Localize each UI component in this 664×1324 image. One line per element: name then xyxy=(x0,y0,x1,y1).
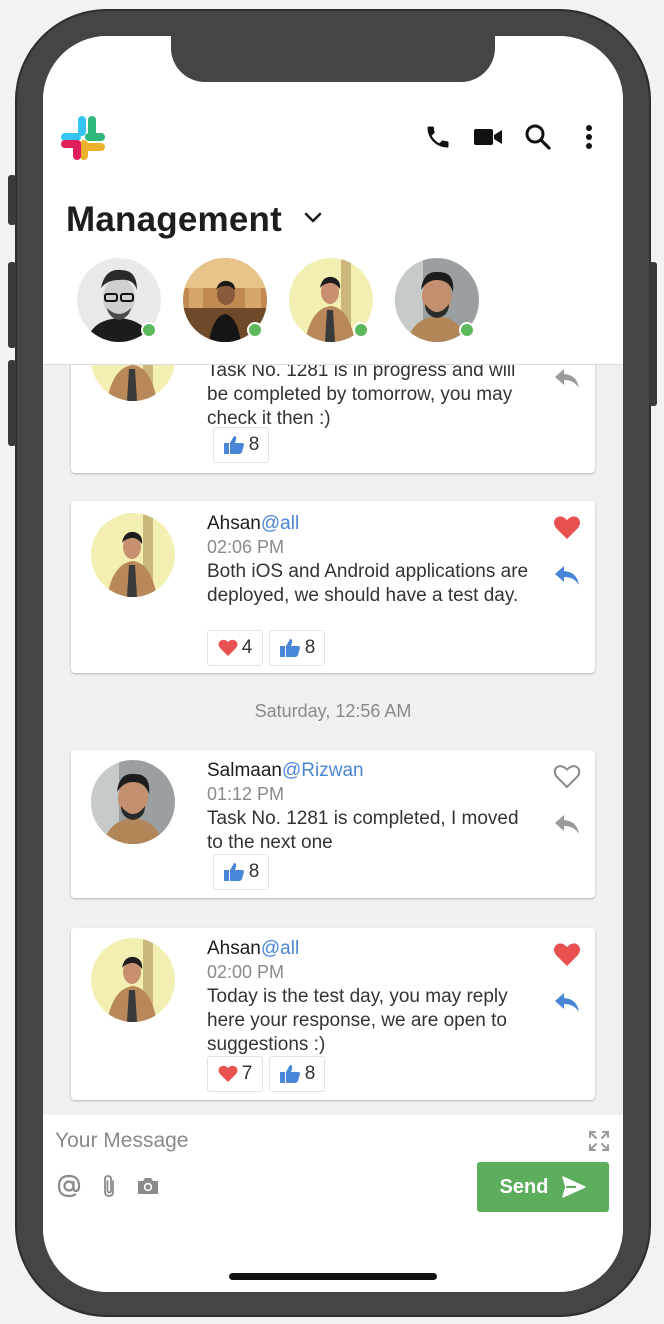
phone-icon[interactable] xyxy=(423,122,453,152)
author-avatar[interactable] xyxy=(91,513,175,597)
heart-count: 7 xyxy=(241,1063,253,1084)
message-input[interactable] xyxy=(55,1126,555,1156)
power-button xyxy=(649,262,657,406)
member-avatar[interactable] xyxy=(289,258,373,342)
home-indicator xyxy=(229,1273,437,1280)
author-name[interactable]: Ahsan xyxy=(207,513,261,534)
message-author: Salmaan@Rizwan xyxy=(207,760,364,782)
send-label: Send xyxy=(499,1175,549,1198)
member-avatar[interactable] xyxy=(183,258,267,342)
author-avatar[interactable] xyxy=(91,760,175,844)
message-card: Ahsan@all 02:00 PM Today is the test day… xyxy=(71,928,595,1100)
heart-icon[interactable] xyxy=(553,940,581,968)
heart-outline-icon[interactable] xyxy=(553,762,581,790)
volume-up-button xyxy=(8,262,16,348)
message-author: Ahsan@all xyxy=(207,513,299,535)
attachment-icon[interactable] xyxy=(97,1174,121,1198)
at-mention-icon[interactable] xyxy=(57,1174,81,1198)
mention[interactable]: @all xyxy=(261,938,299,959)
search-icon[interactable] xyxy=(523,122,553,152)
message-text: Both iOS and Android applications are de… xyxy=(207,561,529,606)
online-status-dot xyxy=(459,322,475,338)
message-text: Task No. 1281 is completed, I moved to t… xyxy=(207,808,519,853)
heart-reaction[interactable]: 7 xyxy=(207,1056,263,1092)
reply-icon[interactable] xyxy=(553,989,581,1017)
author-avatar[interactable] xyxy=(91,365,175,401)
like-count: 8 xyxy=(248,861,260,882)
message-time: 02:06 PM xyxy=(207,537,285,557)
online-status-dot xyxy=(353,322,369,338)
send-icon xyxy=(562,1176,587,1198)
message-feed[interactable]: Task No. 1281 is in progress and will be… xyxy=(43,365,623,1115)
volume-down-button xyxy=(8,360,16,446)
like-count: 8 xyxy=(304,637,316,658)
like-reaction[interactable]: 8 xyxy=(269,630,325,666)
member-avatar[interactable] xyxy=(395,258,479,342)
thumbs-up-icon xyxy=(223,863,244,881)
channel-header: Management xyxy=(43,36,623,365)
thumbs-up-icon xyxy=(279,1065,300,1083)
mute-switch xyxy=(8,175,16,225)
reply-icon[interactable] xyxy=(553,811,581,839)
reply-icon[interactable] xyxy=(553,562,581,590)
channel-title[interactable]: Management xyxy=(66,200,282,240)
slack-logo-icon[interactable] xyxy=(59,114,107,162)
heart-icon[interactable] xyxy=(553,513,581,541)
like-count: 8 xyxy=(304,1063,316,1084)
heart-reaction[interactable]: 4 xyxy=(207,630,263,666)
camera-icon[interactable] xyxy=(136,1174,160,1198)
video-icon[interactable] xyxy=(473,122,503,152)
author-name[interactable]: Salmaan xyxy=(207,760,282,781)
author-avatar[interactable] xyxy=(91,938,175,1022)
online-status-dot xyxy=(247,322,263,338)
message-time: 02:00 PM xyxy=(207,962,285,982)
like-count: 8 xyxy=(248,434,260,455)
message-card: Salmaan@Rizwan 01:12 PM Task No. 1281 is… xyxy=(71,750,595,898)
like-reaction[interactable]: 8 xyxy=(269,1056,325,1092)
message-time: 01:12 PM xyxy=(207,784,285,804)
expand-icon[interactable] xyxy=(588,1130,610,1152)
online-status-dot xyxy=(141,322,157,338)
notch xyxy=(171,36,495,82)
date-separator: Saturday, 12:56 AM xyxy=(254,701,412,721)
member-avatar[interactable] xyxy=(77,258,161,342)
heart-icon xyxy=(218,639,238,656)
send-button[interactable]: Send xyxy=(477,1162,609,1212)
mention[interactable]: @Rizwan xyxy=(282,760,364,781)
message-text: Today is the test day, you may reply her… xyxy=(207,986,508,1055)
reply-icon[interactable] xyxy=(553,365,581,393)
like-reaction[interactable]: 8 xyxy=(213,427,269,463)
chevron-down-icon[interactable] xyxy=(302,206,324,228)
message-card: Ahsan@all 02:06 PM Both iOS and Android … xyxy=(71,501,595,673)
message-text: Task No. 1281 is in progress and will be… xyxy=(207,365,516,429)
heart-icon xyxy=(218,1065,238,1082)
thumbs-up-icon xyxy=(279,639,300,657)
mention[interactable]: @all xyxy=(261,513,299,534)
message-card: Task No. 1281 is in progress and will be… xyxy=(71,365,595,473)
more-vertical-icon[interactable] xyxy=(574,122,604,152)
author-name[interactable]: Ahsan xyxy=(207,938,261,959)
heart-count: 4 xyxy=(241,637,253,658)
thumbs-up-icon xyxy=(223,436,244,454)
app-screen: Management Task No. 1281 is in progress … xyxy=(43,36,623,1292)
message-composer: Send xyxy=(43,1116,623,1292)
like-reaction[interactable]: 8 xyxy=(213,854,269,890)
message-author: Ahsan@all xyxy=(207,938,299,960)
